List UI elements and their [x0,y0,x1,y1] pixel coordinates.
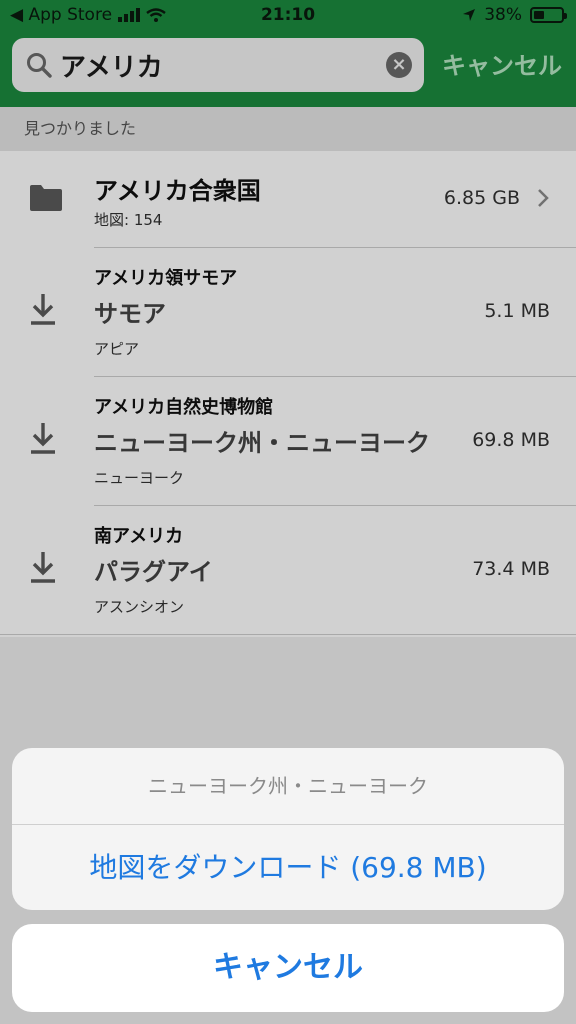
action-sheet-title: ニューヨーク州・ニューヨーク [148,774,428,798]
action-sheet: ニューヨーク州・ニューヨーク 地図をダウンロード (69.8 MB) [12,748,564,910]
action-sheet-cancel-button[interactable]: キャンセル [12,924,564,1012]
download-map-button[interactable]: 地図をダウンロード (69.8 MB) [12,825,564,910]
